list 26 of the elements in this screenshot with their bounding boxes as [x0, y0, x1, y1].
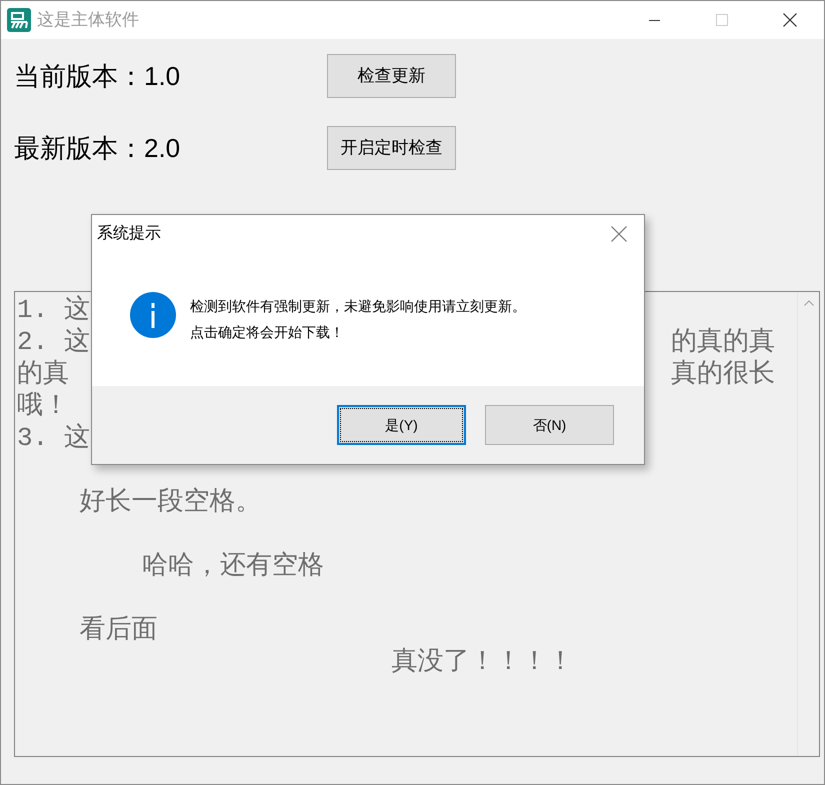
dialog-message: 检测到软件有强制更新，未避免影响使用请立刻更新。 [190, 297, 526, 316]
scroll-up-icon [804, 300, 814, 306]
text-line: 的真 [17, 358, 69, 390]
text-line: 1. 这 [17, 295, 90, 325]
text-line: 3. 这 [17, 423, 90, 453]
dialog-title: 系统提示 [97, 224, 161, 244]
text-line: 2. 这 [17, 326, 90, 358]
text-line: 哦！ [17, 391, 69, 421]
window-title: 这是主体软件 [37, 9, 139, 32]
close-icon [611, 226, 627, 242]
text-line: 看后面 [78, 615, 158, 645]
dialog-close-button[interactable] [610, 225, 628, 243]
text-line: 真没了！！！！ [390, 647, 574, 677]
version-label: 最新版本：2.0 [14, 132, 182, 164]
text-line: 的真的真 [671, 326, 775, 358]
app-logo-icon [7, 8, 31, 32]
version-button[interactable]: 检查更新 [327, 54, 456, 98]
version-button[interactable]: 开启定时检查 [327, 126, 456, 170]
dialog-message: 点击确定将会开始下载！ [190, 323, 345, 342]
text-line: 哈哈，还有空格 [140, 551, 324, 581]
info-icon [130, 292, 176, 338]
text-line: 好长一段空格。 [78, 487, 262, 517]
dialog-button[interactable]: 否(N) [485, 405, 614, 445]
text-line: 真的很长 [671, 358, 775, 390]
dialog-button[interactable]: 是(Y) [337, 405, 466, 445]
version-label: 当前版本：1.0 [14, 60, 182, 92]
